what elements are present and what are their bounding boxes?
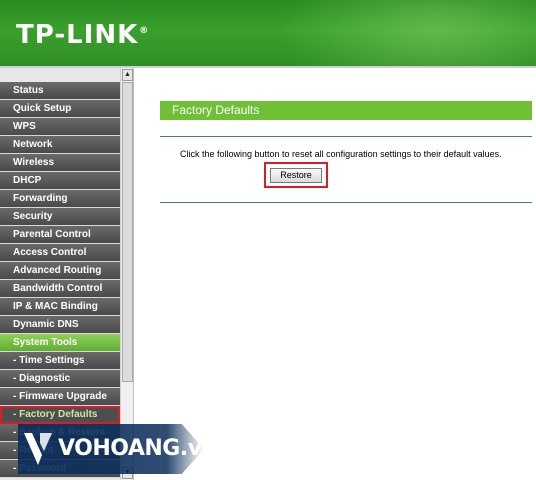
- watermark-logo-icon: [24, 433, 52, 465]
- sidebar-item-forwarding[interactable]: Forwarding: [0, 190, 120, 208]
- header-banner: TP-LINK®: [0, 0, 536, 66]
- sidebar-item-diagnostic[interactable]: - Diagnostic: [0, 370, 120, 388]
- sidebar: Status Quick Setup WPS Network Wireless DHCP F…: [0, 68, 134, 480]
- sidebar-item-security[interactable]: Security: [0, 208, 120, 226]
- sidebar-item-advanced-routing[interactable]: Advanced Routing: [0, 262, 120, 280]
- scroll-thumb[interactable]: [122, 82, 133, 382]
- restore-button[interactable]: Restore: [270, 168, 322, 183]
- sidebar-item-access-control[interactable]: Access Control: [0, 244, 120, 262]
- sidebar-item-status[interactable]: Status: [0, 82, 120, 100]
- sidebar-item-quick-setup[interactable]: Quick Setup: [0, 100, 120, 118]
- sidebar-item-system-tools[interactable]: System Tools: [0, 334, 120, 352]
- sidebar-item-bandwidth-control[interactable]: Bandwidth Control: [0, 280, 120, 298]
- main-content: Factory Defaults Click the following but…: [136, 68, 536, 480]
- sidebar-item-firmware-upgrade[interactable]: - Firmware Upgrade: [0, 388, 120, 406]
- sidebar-item-network[interactable]: Network: [0, 136, 120, 154]
- sidebar-scrollbar[interactable]: ▲ ▼: [120, 68, 133, 480]
- sidebar-item-ip-and-mac-binding[interactable]: IP & MAC Binding: [0, 298, 120, 316]
- sidebar-item-dhcp[interactable]: DHCP: [0, 172, 120, 190]
- brand-text: TP-LINK: [16, 20, 139, 50]
- sidebar-item-factory-defaults[interactable]: - Factory Defaults: [0, 406, 120, 424]
- factory-defaults-description: Click the following button to reset all …: [180, 149, 502, 159]
- sidebar-item-wireless[interactable]: Wireless: [0, 154, 120, 172]
- sidebar-item-dynamic-dns[interactable]: Dynamic DNS: [0, 316, 120, 334]
- sidebar-item-parental-control[interactable]: Parental Control: [0, 226, 120, 244]
- scroll-up-arrow-icon[interactable]: ▲: [122, 69, 133, 81]
- watermark-text: VOHOANG.vn: [58, 436, 217, 461]
- restore-button-highlight: Restore: [264, 162, 328, 188]
- sidebar-item-wps[interactable]: WPS: [0, 118, 120, 136]
- sidebar-item-time-settings[interactable]: - Time Settings: [0, 352, 120, 370]
- section-divider-top: [160, 136, 532, 137]
- page-title: Factory Defaults: [160, 101, 532, 120]
- tp-link-logo: TP-LINK®: [16, 20, 149, 50]
- section-divider-bottom: [160, 202, 532, 203]
- sidebar-menu: Status Quick Setup WPS Network Wireless DHCP F…: [0, 82, 120, 478]
- brand-registered-mark: ®: [139, 26, 150, 37]
